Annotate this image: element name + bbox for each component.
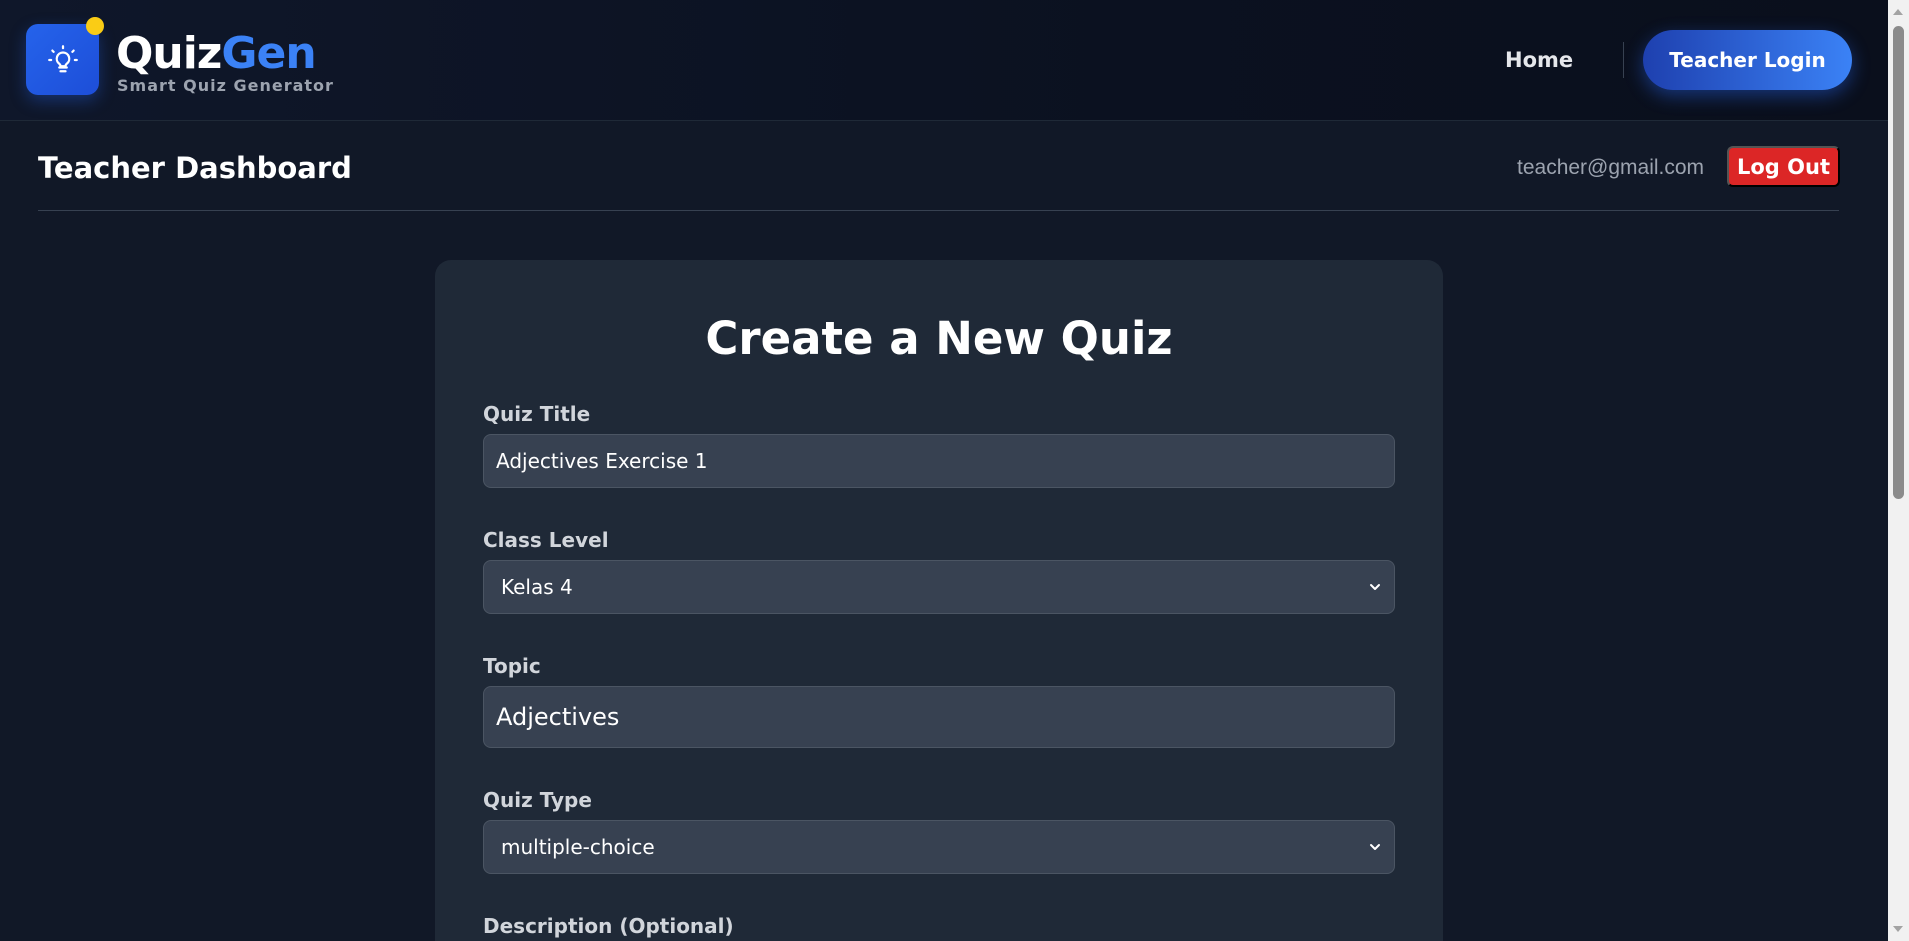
logout-button[interactable]: Log Out [1727, 146, 1840, 187]
brand-gen: Gen [221, 28, 316, 79]
chevron-down-icon [1370, 844, 1380, 850]
topic-input[interactable]: Adjectives [483, 686, 1395, 748]
class-level-select[interactable]: Kelas 4 [483, 560, 1395, 614]
top-navbar: QuizGen Smart Quiz Generator Home Teache… [0, 0, 1888, 121]
class-level-value: Kelas 4 [501, 575, 573, 599]
brand-name[interactable]: QuizGen [116, 26, 317, 82]
quiz-type-value: multiple-choice [501, 835, 655, 859]
scroll-up-arrow-icon[interactable] [1893, 9, 1903, 15]
form-title: Create a New Quiz [705, 312, 1173, 365]
nav-divider [1623, 42, 1624, 78]
teacher-login-button[interactable]: Teacher Login [1643, 30, 1852, 90]
brand-tagline: Smart Quiz Generator [117, 76, 334, 95]
quiz-title-label: Quiz Title [483, 402, 591, 426]
quiz-title-input[interactable]: Adjectives Exercise 1 [483, 434, 1395, 488]
lightbulb-icon [47, 44, 78, 72]
chevron-down-icon [1370, 584, 1380, 590]
user-email: teacher@gmail.com [1517, 156, 1705, 179]
logo-notification-dot [86, 17, 104, 35]
description-label: Description (Optional) [483, 914, 734, 938]
create-quiz-form: Create a New Quiz Quiz Title Adjectives … [435, 260, 1443, 941]
topic-label: Topic [483, 654, 541, 678]
scroll-down-arrow-icon[interactable] [1893, 926, 1903, 932]
logo-badge[interactable] [26, 24, 99, 95]
quiz-type-label: Quiz Type [483, 788, 592, 812]
brand-quiz: Quiz [116, 28, 222, 79]
nav-home-link[interactable]: Home [1505, 48, 1573, 72]
class-level-label: Class Level [483, 528, 609, 552]
page-scrollbar[interactable] [1888, 0, 1909, 941]
page-title: Teacher Dashboard [38, 151, 352, 185]
quiz-type-select[interactable]: multiple-choice [483, 820, 1395, 874]
scrollbar-thumb[interactable] [1893, 26, 1904, 499]
dashboard-header: Teacher Dashboard teacher@gmail.com Log … [38, 121, 1840, 211]
